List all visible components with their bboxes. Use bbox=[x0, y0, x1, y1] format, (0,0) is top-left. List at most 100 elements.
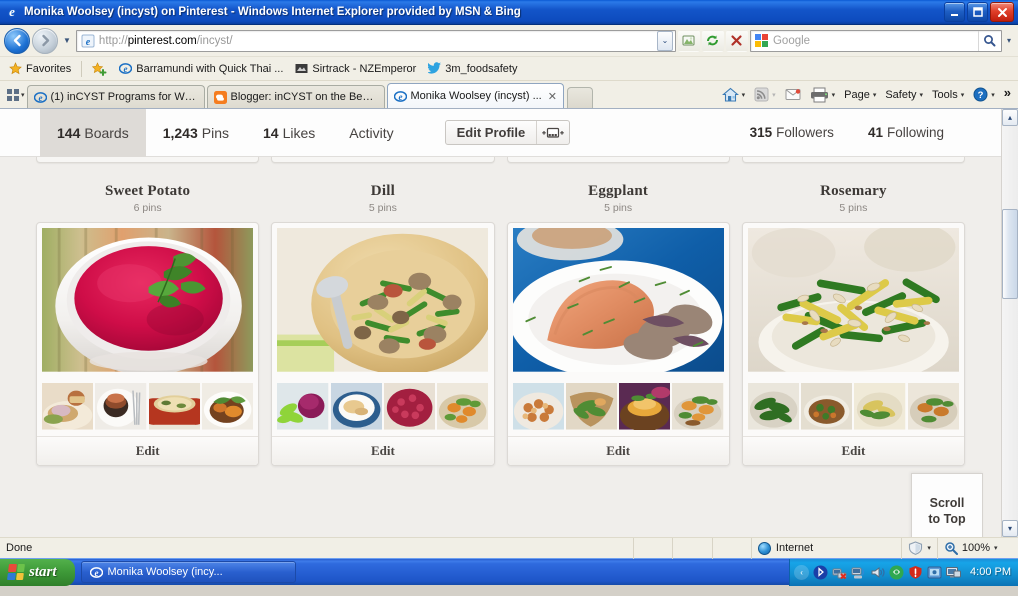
nav-followers[interactable]: 315 Followers bbox=[733, 109, 851, 157]
search-input[interactable]: Google bbox=[749, 29, 1002, 52]
scroll-to-top-button[interactable]: Scroll to Top bbox=[911, 473, 983, 537]
search-options-caret-icon[interactable]: ▾ bbox=[1004, 36, 1014, 45]
board-thumbnail[interactable] bbox=[801, 383, 853, 432]
scrollbar-thumb[interactable] bbox=[1002, 209, 1018, 299]
print-caret-icon[interactable]: ▾ bbox=[832, 91, 836, 99]
security-zone[interactable]: Internet bbox=[752, 537, 903, 559]
recent-pages-caret-icon[interactable]: ▼ bbox=[60, 36, 74, 45]
favorite-item-barramundi[interactable]: e Barramundi with Quick Thai ... bbox=[115, 61, 287, 76]
board-thumbnail[interactable] bbox=[201, 383, 254, 432]
board-rosemary[interactable]: Rosemary 5 pins Edit bbox=[741, 183, 965, 466]
board-thumbnail[interactable] bbox=[383, 383, 436, 432]
board-card-partial[interactable] bbox=[741, 157, 965, 163]
board-card[interactable]: Edit bbox=[271, 222, 495, 466]
favorite-item-sirtrack[interactable]: Sirtrack - NZEmperor bbox=[291, 61, 420, 76]
nav-following[interactable]: 41 Following bbox=[851, 109, 961, 157]
protected-mode-caret-icon[interactable]: ▾ bbox=[927, 544, 931, 552]
tools-caret-icon[interactable]: ▾ bbox=[961, 91, 965, 99]
board-card[interactable]: Edit bbox=[36, 222, 260, 466]
board-cover-image[interactable] bbox=[42, 228, 254, 379]
new-tab-button[interactable] bbox=[566, 87, 593, 108]
page-caret-icon[interactable]: ▾ bbox=[873, 91, 877, 99]
quick-tabs-button[interactable]: ▾ bbox=[4, 83, 27, 107]
help-button[interactable]: ? ▾ bbox=[970, 85, 998, 104]
board-eggplant[interactable]: Eggplant 5 pins Edit bbox=[506, 183, 730, 466]
board-card[interactable]: Edit bbox=[506, 222, 730, 466]
nav-pins[interactable]: 1,243 Pins bbox=[146, 109, 246, 157]
board-thumbnail[interactable] bbox=[95, 383, 147, 432]
zoom-caret-icon[interactable]: ▾ bbox=[994, 544, 998, 552]
tab-monika-woolsey-pinterest[interactable]: e Monika Woolsey (incyst) ... ✕ bbox=[386, 83, 564, 108]
nav-boards[interactable]: 144 Boards bbox=[40, 109, 146, 157]
safety-menu-button[interactable]: Safety ▾ bbox=[882, 87, 926, 103]
monitor-icon[interactable] bbox=[946, 565, 962, 580]
favorites-button[interactable]: Favorites bbox=[5, 61, 75, 76]
board-cover-image[interactable] bbox=[747, 228, 959, 379]
bluetooth-icon[interactable] bbox=[813, 565, 828, 580]
board-thumbnail[interactable] bbox=[512, 383, 564, 432]
minimize-button[interactable] bbox=[944, 2, 965, 22]
board-sweet-potato[interactable]: Sweet Potato 6 pins Edit bbox=[36, 183, 260, 466]
safety-caret-icon[interactable]: ▾ bbox=[920, 91, 924, 99]
board-thumbnail[interactable] bbox=[907, 383, 959, 432]
board-card-partial[interactable] bbox=[506, 157, 730, 163]
protected-mode-indicator[interactable]: ▾ bbox=[902, 537, 938, 559]
home-caret-icon[interactable]: ▾ bbox=[742, 91, 746, 99]
feeds-button[interactable]: ▾ bbox=[751, 85, 779, 104]
tab-list-caret-icon[interactable]: ▾ bbox=[21, 91, 25, 99]
board-thumbnail[interactable] bbox=[619, 383, 671, 432]
edit-board-button[interactable]: Edit bbox=[507, 436, 729, 465]
print-button[interactable]: ▾ bbox=[807, 85, 839, 105]
security-alert-icon[interactable] bbox=[908, 565, 923, 580]
network-icon[interactable] bbox=[851, 565, 866, 580]
add-to-favorites-bar-icon[interactable] bbox=[88, 61, 111, 77]
tools-menu-button[interactable]: Tools ▾ bbox=[929, 87, 967, 103]
taskbar-clock[interactable]: 4:00 PM bbox=[965, 566, 1011, 578]
board-thumbnail[interactable] bbox=[747, 383, 800, 432]
board-dill[interactable]: Dill 5 pins Edit bbox=[271, 183, 495, 466]
forward-button[interactable] bbox=[32, 27, 58, 54]
board-cover-image[interactable] bbox=[512, 228, 724, 379]
edit-profile-button[interactable]: Edit Profile bbox=[444, 120, 571, 145]
edit-board-button[interactable]: Edit bbox=[742, 436, 964, 465]
nav-likes[interactable]: 14 Likes bbox=[246, 109, 332, 157]
show-hidden-icons-button[interactable]: ‹ bbox=[794, 564, 810, 580]
maximize-button[interactable] bbox=[967, 2, 988, 22]
home-button[interactable]: ▾ bbox=[719, 85, 749, 105]
edit-board-button[interactable]: Edit bbox=[272, 436, 494, 465]
edit-board-button[interactable]: Edit bbox=[37, 436, 259, 465]
board-thumbnail[interactable] bbox=[565, 383, 618, 432]
address-bar[interactable]: e http://pinterest.com/incyst/ ⌄ bbox=[75, 29, 676, 52]
compatibility-view-icon[interactable] bbox=[677, 29, 700, 52]
scrollbar-track[interactable] bbox=[1001, 126, 1018, 520]
back-button[interactable] bbox=[4, 27, 30, 54]
page-menu-button[interactable]: Page ▾ bbox=[841, 87, 879, 103]
board-thumbnail[interactable] bbox=[42, 383, 94, 432]
board-card-partial[interactable] bbox=[271, 157, 495, 163]
vertical-scrollbar[interactable]: ▴ ▾ bbox=[1001, 109, 1018, 537]
board-thumbnail[interactable] bbox=[672, 383, 724, 432]
close-tab-icon[interactable]: ✕ bbox=[546, 90, 557, 103]
antivirus-icon[interactable] bbox=[889, 565, 904, 580]
board-thumbnail[interactable] bbox=[277, 383, 329, 432]
display-icon[interactable] bbox=[927, 565, 942, 580]
address-dropdown-icon[interactable]: ⌄ bbox=[656, 30, 673, 51]
stop-icon[interactable] bbox=[725, 29, 748, 52]
scroll-up-button[interactable]: ▴ bbox=[1002, 109, 1018, 126]
add-board-icon[interactable] bbox=[536, 121, 569, 144]
zoom-control[interactable]: 100% ▾ bbox=[938, 538, 1004, 559]
start-button[interactable]: start bbox=[0, 558, 75, 586]
board-thumbnail[interactable] bbox=[330, 383, 382, 432]
board-card-partial[interactable] bbox=[36, 157, 260, 163]
board-thumbnail[interactable] bbox=[148, 383, 200, 432]
refresh-icon[interactable] bbox=[701, 29, 724, 52]
command-bar-overflow-button[interactable]: » bbox=[1001, 83, 1014, 106]
network-disconnected-icon[interactable] bbox=[832, 565, 847, 580]
board-cover-image[interactable] bbox=[277, 228, 489, 379]
taskbar-window-monika-woolsey[interactable]: e Monika Woolsey (incy... bbox=[80, 561, 296, 583]
tab-incyst-programs[interactable]: e (1) inCYST Programs for Wo... bbox=[26, 85, 205, 108]
tab-blogger-incyst[interactable]: Blogger: inCYST on the Best!... bbox=[206, 85, 385, 108]
nav-activity[interactable]: Activity bbox=[332, 109, 410, 157]
board-card[interactable]: Edit bbox=[741, 222, 965, 466]
search-go-icon[interactable] bbox=[977, 30, 1000, 51]
